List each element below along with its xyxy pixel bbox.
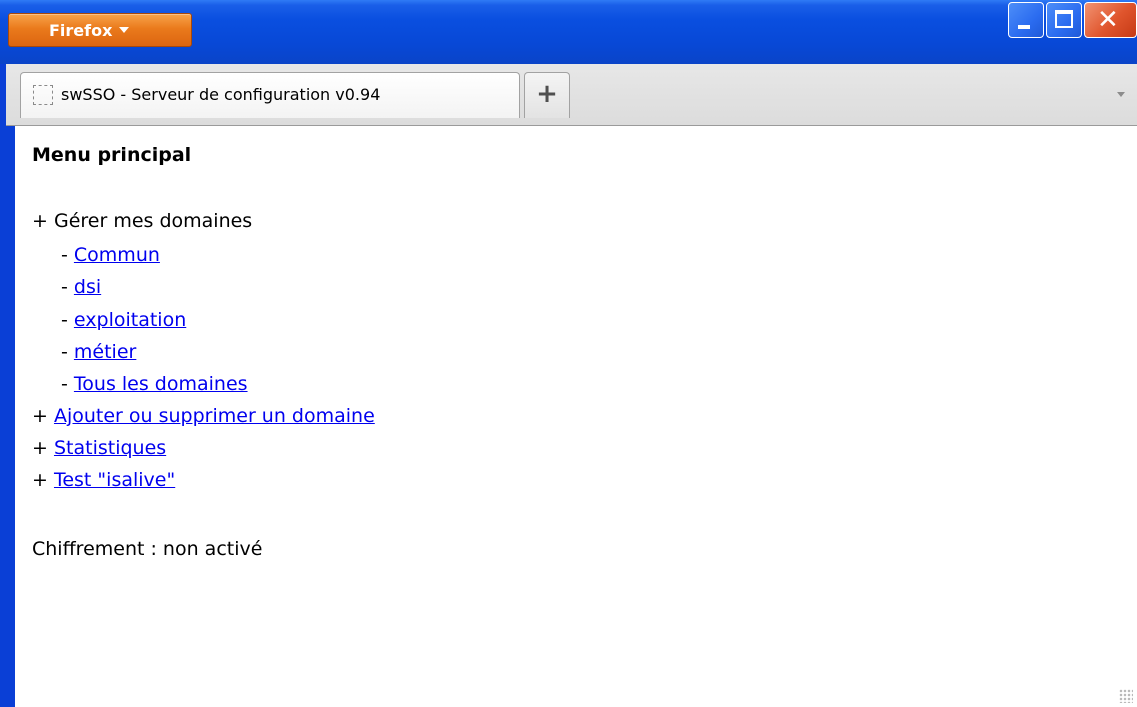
domain-item-all: - Tous les domaines [61,371,248,397]
tab-title: swSSO - Serveur de configuration v0.94 [61,85,381,104]
page-title: Menu principal [32,144,192,166]
manage-domains-label: Gérer mes domaines [53,210,253,232]
domain-item-exploitation: - exploitation [61,307,186,333]
minimize-icon [1018,25,1030,29]
maximize-button[interactable] [1046,2,1082,38]
domain-link-metier[interactable]: métier [74,341,136,363]
list-prefix: + [32,210,48,232]
domain-item-commun: - Commun [61,242,160,268]
domain-link-commun[interactable]: Commun [74,244,160,266]
close-icon: ✕ [1097,5,1119,35]
page-favicon-icon [33,85,53,105]
list-prefix: + [32,437,48,459]
list-prefix: + [32,469,48,491]
firefox-menu-button[interactable]: Firefox [8,13,192,47]
list-prefix: - [61,244,68,266]
encryption-status: Chiffrement : non activé [32,538,263,560]
domain-item-dsi: - dsi [61,274,101,300]
list-prefix: - [61,373,68,395]
minimize-button[interactable] [1008,2,1044,38]
tab-list-arrow-icon[interactable] [1117,92,1125,97]
close-button[interactable]: ✕ [1084,2,1137,38]
list-prefix: - [61,341,68,363]
domain-link-dsi[interactable]: dsi [74,276,101,298]
firefox-menu-label: Firefox [49,21,113,40]
domain-link-exploitation[interactable]: exploitation [74,309,186,331]
tab-active[interactable]: swSSO - Serveur de configuration v0.94 [20,72,520,118]
dropdown-arrow-icon [119,26,130,33]
title-bar[interactable]: Firefox ✕ [0,0,1137,64]
list-prefix: - [61,309,68,331]
menu-item-statistics: + Statistiques [32,435,166,461]
add-remove-domain-link[interactable]: Ajouter ou supprimer un domaine [54,405,375,427]
new-tab-button[interactable]: + [524,72,570,118]
domain-link-all[interactable]: Tous les domaines [74,373,248,395]
tab-strip: swSSO - Serveur de configuration v0.94 + [6,64,1137,126]
test-isalive-link[interactable]: Test "isalive" [54,469,175,491]
menu-item-test-isalive: + Test "isalive" [32,467,175,493]
statistics-link[interactable]: Statistiques [54,437,166,459]
page-content: Menu principal + Gérer mes domaines - Co… [15,126,1137,707]
resize-grip-icon[interactable] [1119,689,1133,703]
list-prefix: - [61,276,68,298]
menu-item-add-remove-domain: + Ajouter ou supprimer un domaine [32,403,375,429]
list-prefix: + [32,405,48,427]
manage-domains-item: + Gérer mes domaines [32,208,252,234]
plus-icon: + [536,79,558,109]
maximize-icon [1055,10,1073,28]
browser-window: Firefox ✕ swSSO - Serveur de configurati… [0,0,1137,707]
domain-item-metier: - métier [61,339,136,365]
